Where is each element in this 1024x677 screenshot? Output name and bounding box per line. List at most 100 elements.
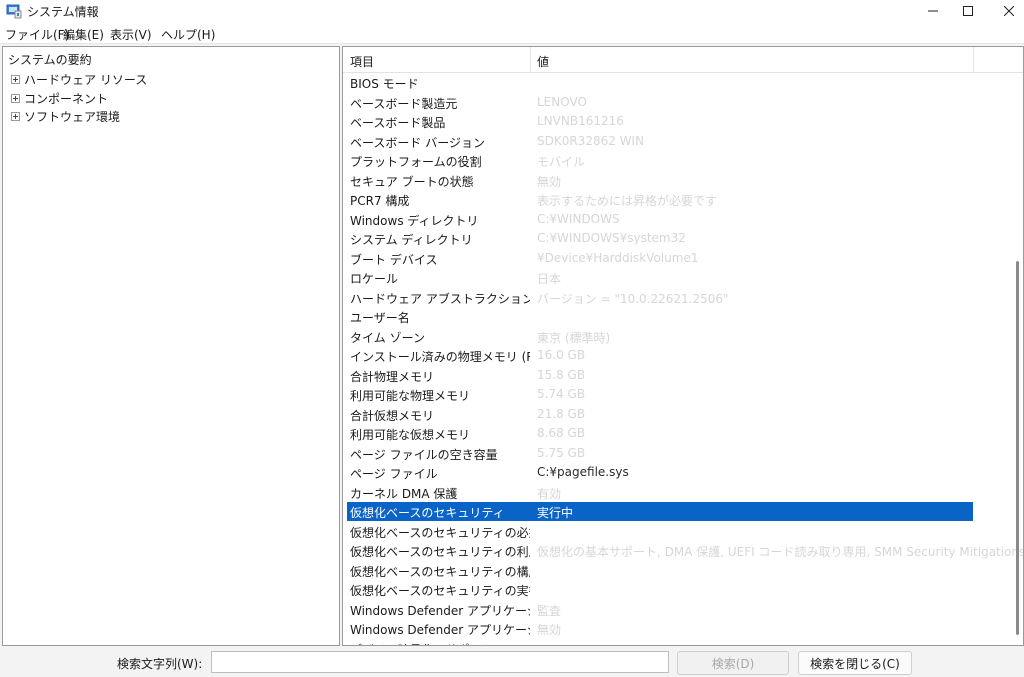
row-item-value: 16.0 GB bbox=[537, 348, 586, 362]
row-item-name: ページ ファイル bbox=[350, 467, 438, 481]
close-window-button[interactable] bbox=[986, 0, 1024, 22]
window-title: システム情報 bbox=[27, 5, 99, 19]
tree-item-label: ソフトウェア環境 bbox=[24, 110, 121, 124]
search-button[interactable]: 検索(D) bbox=[677, 651, 789, 675]
table-row[interactable]: ハードウェア アブストラクション レイヤーバージョン = "10.0.22621… bbox=[347, 288, 973, 307]
column-header-item[interactable]: 項目 bbox=[350, 53, 374, 70]
menu-edit[interactable]: 編集(E) bbox=[63, 26, 104, 43]
row-item-name: ベースボード バージョン bbox=[350, 135, 485, 150]
row-item-name: システム ディレクトリ bbox=[350, 233, 473, 247]
table-row[interactable]: PCR7 構成 表示するためには昇格が必要です bbox=[347, 190, 973, 209]
menu-file[interactable]: ファイル(F) bbox=[5, 26, 69, 43]
row-item-name: インストール済みの物理メモリ (RAM) bbox=[350, 350, 530, 364]
row-item-name: カーネル DMA 保護 bbox=[350, 486, 458, 501]
table-row[interactable]: セキュア ブートの状態 無効 bbox=[347, 171, 973, 190]
table-row[interactable]: ベースボード製造元 LENOVO bbox=[347, 93, 973, 112]
row-item-value: 5.75 GB bbox=[537, 445, 586, 460]
row-item-name: 利用可能な物理メモリ bbox=[350, 389, 471, 403]
expand-icon[interactable] bbox=[11, 112, 20, 121]
details-list: 項目 値 BIOS モードベースボード製造元 LENOVO ベースボード製品 LNVN… bbox=[342, 46, 1024, 646]
row-item-name: ユーザー名 bbox=[350, 311, 410, 325]
table-row[interactable]: 利用可能な物理メモリ 5.74 GB bbox=[347, 385, 973, 404]
vertical-scrollbar[interactable] bbox=[1012, 73, 1023, 645]
row-item-value: 監査 bbox=[537, 603, 562, 618]
row-item-name: 仮想化ベースのセキュリティの実行... bbox=[350, 584, 530, 598]
row-item-name: ハードウェア アブストラクション レイヤー bbox=[350, 291, 530, 306]
table-row[interactable]: タイム ゾーン 東京 (標準時) bbox=[347, 327, 973, 346]
search-label: 検索文字列(W): bbox=[117, 657, 203, 671]
search-input[interactable] bbox=[211, 651, 669, 673]
row-item-value: C:¥WINDOWS¥system32 bbox=[537, 231, 686, 245]
tree-item-software-environment[interactable]: ソフトウェア環境 bbox=[11, 108, 120, 125]
table-row[interactable]: 仮想化ベースのセキュリティの実行... bbox=[347, 580, 973, 599]
table-row[interactable]: 仮想化ベースのセキュリティの必須セ... bbox=[347, 522, 973, 541]
table-row[interactable]: ロケール 日本 bbox=[347, 268, 973, 287]
row-item-name: Windows Defender アプリケーショ... bbox=[350, 623, 530, 637]
scroll-thumb[interactable] bbox=[1016, 261, 1019, 635]
column-divider[interactable] bbox=[530, 47, 531, 73]
menu-view[interactable]: 表示(V) bbox=[110, 26, 152, 43]
row-item-name: ブート デバイス bbox=[350, 252, 438, 267]
row-item-value: SDK0R32862 WIN bbox=[537, 133, 645, 148]
table-row[interactable]: Windows Defender アプリケーショ... 無効 bbox=[347, 619, 973, 638]
table-row[interactable]: デバイス暗号化のサポート bbox=[347, 639, 973, 646]
row-item-name: ページ ファイルの空き容量 bbox=[350, 447, 498, 462]
table-row[interactable]: ベースボード製品 LNVNB161216 bbox=[347, 112, 973, 131]
table-row[interactable]: Windows ディレクトリ C:¥WINDOWS bbox=[347, 210, 973, 229]
maximize-button[interactable] bbox=[945, 0, 991, 22]
table-row[interactable]: 合計仮想メモリ 21.8 GB bbox=[347, 405, 973, 424]
tree-item-system-summary[interactable]: システムの要約 bbox=[8, 51, 92, 68]
row-item-name: ベースボード製品 bbox=[350, 116, 446, 130]
row-item-name: Windows Defender アプリケーショ... bbox=[350, 603, 530, 618]
row-item-name: Windows ディレクトリ bbox=[350, 213, 479, 228]
column-header-value[interactable]: 値 bbox=[537, 53, 549, 70]
expand-icon[interactable] bbox=[11, 94, 20, 103]
table-row[interactable]: ユーザー名 bbox=[347, 307, 973, 326]
title-bar: システム情報 bbox=[0, 0, 1024, 22]
table-row[interactable]: Windows Defender アプリケーショ... 監査 bbox=[347, 600, 973, 619]
table-row[interactable]: BIOS モード bbox=[347, 73, 973, 92]
table-row[interactable]: 仮想化ベースのセキュリティの利用... 仮想化の基本サポート, DMA 保護, U… bbox=[347, 541, 1023, 560]
table-row[interactable]: ブート デバイス ¥Device¥HarddiskVolume1 bbox=[347, 249, 973, 268]
row-item-value: 東京 (標準時) bbox=[537, 330, 611, 345]
menu-help[interactable]: ヘルプ(H) bbox=[161, 26, 215, 43]
row-item-name: 利用可能な仮想メモリ bbox=[350, 428, 471, 442]
table-row[interactable]: 仮想化ベースのセキュリティの構成... bbox=[347, 561, 973, 580]
table-row[interactable]: カーネル DMA 保護 有効 bbox=[347, 483, 973, 502]
row-item-value: LNVNB161216 bbox=[537, 114, 624, 128]
row-item-name: ベースボード製造元 bbox=[350, 96, 458, 111]
row-item-name: 仮想化ベースのセキュリティの利用... bbox=[350, 545, 530, 559]
tree-item-label: コンポーネント bbox=[24, 92, 109, 106]
row-item-name: PCR7 構成 bbox=[350, 194, 410, 208]
table-row[interactable]: 仮想化ベースのセキュリティ 実行中 bbox=[347, 502, 973, 521]
row-item-value: 5.74 GB bbox=[537, 387, 586, 401]
row-item-value: 21.8 GB bbox=[537, 406, 586, 421]
tree-item-components[interactable]: コンポーネント bbox=[11, 90, 108, 107]
table-row[interactable]: ベースボード バージョン SDK0R32862 WIN bbox=[347, 132, 973, 151]
row-item-value: 表示するためには昇格が必要です bbox=[537, 194, 718, 208]
table-row[interactable]: プラットフォームの役割 モバイル bbox=[347, 151, 973, 170]
search-bar: 検索文字列(W): 検索(D) 検索を閉じる(C) bbox=[0, 646, 1024, 677]
table-row[interactable]: ページ ファイル C:¥pagefile.sys bbox=[347, 463, 973, 482]
row-item-name: セキュア ブートの状態 bbox=[350, 174, 474, 189]
menu-bar: ファイル(F) 編集(E) 表示(V) ヘルプ(H) bbox=[0, 22, 1024, 44]
row-item-value: C:¥pagefile.sys bbox=[537, 465, 629, 479]
tree-item-hardware-resources[interactable]: ハードウェア リソース bbox=[11, 71, 147, 88]
column-divider[interactable] bbox=[973, 47, 974, 73]
table-row[interactable]: 合計物理メモリ 15.8 GB bbox=[347, 366, 973, 385]
table-row[interactable]: インストール済みの物理メモリ (RAM) 16.0 GB bbox=[347, 346, 973, 365]
row-item-value: 8.68 GB bbox=[537, 426, 586, 440]
row-item-value: ¥Device¥HarddiskVolume1 bbox=[537, 250, 699, 265]
category-tree: システムの要約 ハードウェア リソース コンポーネント ソフトウェア環境 bbox=[2, 46, 340, 646]
row-item-value: 仮想化の基本サポート, DMA 保護, UEFI コード読み取り専用, SMM … bbox=[537, 545, 1024, 559]
table-row[interactable]: システム ディレクトリ C:¥WINDOWS¥system32 bbox=[347, 229, 973, 248]
table-row[interactable]: ページ ファイルの空き容量 5.75 GB bbox=[347, 444, 973, 463]
row-item-name: タイム ゾーン bbox=[350, 330, 425, 345]
list-header: 項目 値 bbox=[343, 47, 1023, 73]
row-item-name: BIOS モード bbox=[350, 77, 419, 91]
close-search-button[interactable]: 検索を閉じる(C) bbox=[798, 651, 912, 675]
table-row[interactable]: 利用可能な仮想メモリ 8.68 GB bbox=[347, 424, 973, 443]
row-item-value: 実行中 bbox=[537, 506, 574, 520]
minimize-icon bbox=[928, 10, 938, 12]
expand-icon[interactable] bbox=[11, 75, 20, 84]
